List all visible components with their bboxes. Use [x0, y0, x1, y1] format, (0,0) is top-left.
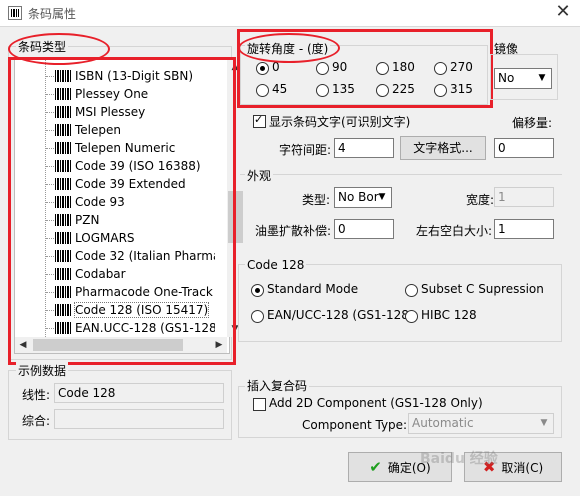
code128-mode-label: HIBC 128	[421, 308, 477, 322]
offset-input[interactable]: 0	[494, 138, 554, 158]
window-title: 条码属性	[28, 7, 77, 21]
code128-mode-label: Subset C Supression	[421, 282, 544, 296]
code128-mode-radio[interactable]	[405, 284, 418, 297]
code128-mode-radio[interactable]	[251, 310, 264, 323]
linear-input: Code 128	[54, 383, 224, 403]
show-text-checkbox[interactable]	[253, 113, 266, 128]
quiet-zone-input[interactable]: 1	[494, 219, 554, 239]
width-input: 1	[494, 187, 554, 207]
watermark: Baidu 经验	[420, 451, 498, 467]
code128-mode-label: Standard Mode	[267, 282, 359, 296]
highlight-oval-type	[8, 33, 110, 65]
sample-data-group	[8, 370, 232, 440]
composite-input	[54, 409, 224, 429]
component-type-select: Automatic ▼	[408, 413, 554, 434]
ink-spread-label: 油墨扩散补偿:	[255, 224, 332, 238]
show-text-label: 显示条码文字(可识别文字)	[269, 115, 411, 129]
linear-label: 线性:	[22, 388, 51, 402]
component-type-label: Component Type:	[302, 418, 408, 432]
chevron-down-icon: ▼	[538, 73, 546, 83]
quiet-zone-label: 左右空白大小:	[416, 224, 493, 238]
appearance-label: 外观	[245, 167, 274, 184]
code128-mode-radio[interactable]	[251, 284, 264, 297]
type-label: 类型:	[302, 193, 331, 207]
code128-mode-label: EAN/UCC-128 (GS1-128	[267, 308, 409, 322]
component-type-value: Automatic	[412, 416, 474, 430]
chevron-down-icon: ▼	[378, 192, 386, 202]
ink-spread-input[interactable]: 0	[334, 219, 394, 239]
code128-group	[238, 264, 562, 342]
add-2d-label: Add 2D Component (GS1-128 Only)	[269, 396, 483, 410]
insert-composite-label: 插入复合码	[245, 377, 310, 394]
char-spacing-label: 字符间距:	[279, 143, 332, 157]
text-format-button[interactable]: 文字格式...	[400, 136, 486, 160]
sample-data-label: 示例数据	[16, 362, 69, 379]
char-spacing-input[interactable]: 4	[334, 138, 394, 158]
cancel-label: 取消(C)	[501, 461, 544, 475]
app-icon	[8, 6, 22, 20]
chevron-down-icon: ▼	[540, 418, 548, 428]
mirror-value: No	[498, 71, 515, 85]
border-type-select[interactable]: No Bor ▼	[334, 187, 392, 208]
highlight-box-type	[8, 57, 236, 365]
title-bar: 条码属性 ✕	[0, 0, 580, 27]
offset-label: 偏移量:	[512, 116, 553, 130]
add-2d-checkbox[interactable]	[253, 398, 266, 411]
border-type-value: No Bor	[338, 190, 379, 204]
highlight-oval-rotation	[238, 33, 340, 63]
composite-label: 综合:	[22, 414, 51, 428]
width-label: 宽度:	[466, 193, 495, 207]
code128-label: Code 128	[245, 258, 307, 272]
mirror-select[interactable]: No ▼	[494, 68, 552, 89]
code128-mode-radio[interactable]	[405, 310, 418, 323]
check-icon: ✔	[369, 458, 382, 476]
close-icon[interactable]: ✕	[550, 1, 576, 23]
